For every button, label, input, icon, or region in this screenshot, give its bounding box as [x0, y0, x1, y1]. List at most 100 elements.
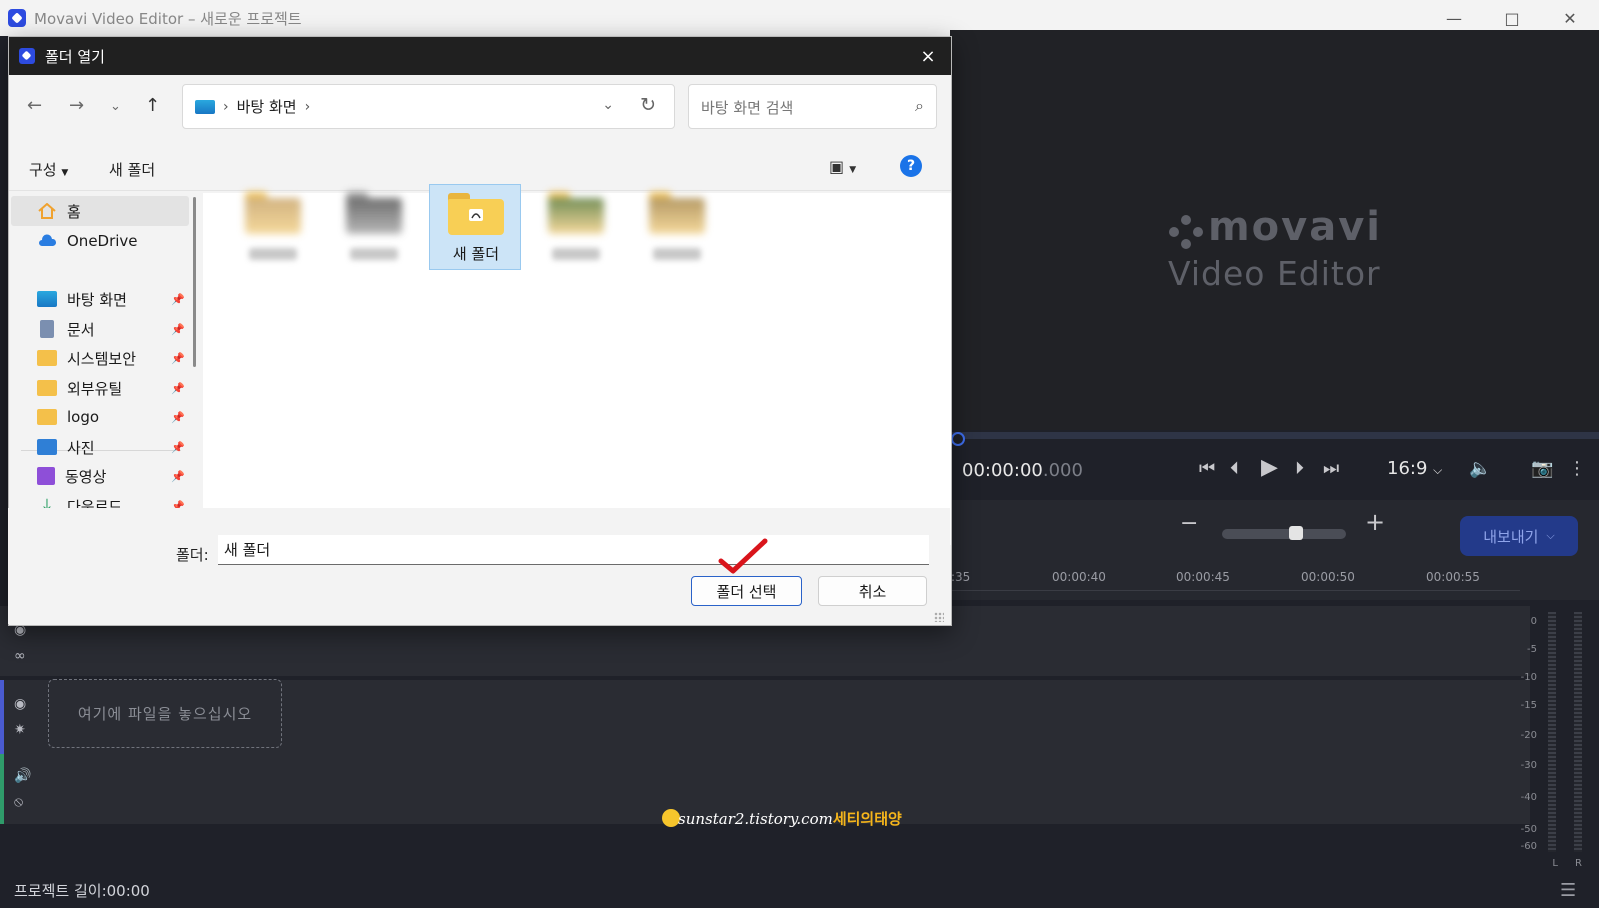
play-icon[interactable]: ▶	[1261, 455, 1278, 480]
new-folder-button[interactable]: 새 폴더	[109, 159, 155, 180]
folder-item-label: 새 폴더	[452, 245, 500, 263]
step-back-icon[interactable]: ⏴	[1230, 458, 1239, 479]
folder-item[interactable]	[530, 184, 622, 270]
folder-item[interactable]	[631, 184, 723, 270]
cloud-icon	[39, 234, 57, 246]
zoom-slider-track[interactable]	[1222, 529, 1346, 539]
meter-label: -20	[1520, 730, 1537, 741]
zoom-in-icon[interactable]: +	[1365, 508, 1385, 536]
view-options-icon[interactable]: ▣ ▼	[829, 157, 856, 176]
sidebar-item-folder-utils[interactable]: 외부유틸 📌	[11, 373, 189, 403]
sidebar-item-folder-security[interactable]: 시스템보안 📌	[11, 343, 189, 373]
skip-end-icon[interactable]: ⏭	[1323, 458, 1339, 479]
ruler-label: 00:00:45	[1176, 570, 1230, 584]
resize-grip[interactable]	[934, 612, 944, 622]
video-track-marker	[0, 680, 4, 754]
breadcrumb-desktop[interactable]: 바탕 화면	[237, 96, 297, 117]
folder-item-selected[interactable]: 새 폴더	[429, 184, 521, 270]
audio-meter-left	[1548, 612, 1556, 852]
sidebar-item-onedrive[interactable]: OneDrive	[11, 226, 189, 256]
snapshot-camera-icon[interactable]: 📷	[1531, 458, 1553, 479]
aspect-ratio-select[interactable]: 16:9 ⌵	[1387, 458, 1442, 479]
sidebar-item-documents[interactable]: 문서 📌	[11, 314, 189, 344]
dialog-footer	[8, 508, 950, 624]
meter-label: -40	[1520, 792, 1537, 803]
folder-icon	[37, 380, 57, 396]
speaker-icon[interactable]: 🔊	[14, 768, 31, 784]
breadcrumb-separator: ›	[223, 98, 229, 115]
picture-icon	[37, 439, 57, 455]
pin-icon[interactable]: 📌	[171, 411, 185, 424]
zoom-out-icon[interactable]: −	[1180, 511, 1198, 536]
folder-name-input[interactable]	[218, 535, 929, 565]
timecode-main: 00:00:00	[962, 460, 1043, 481]
desktop-icon	[195, 99, 215, 114]
search-box[interactable]: 바탕 화면 검색 ⌕	[688, 84, 937, 129]
folder-icon	[37, 350, 57, 366]
timeline-ruler[interactable]	[950, 590, 1520, 591]
folder-overlay-icon	[469, 209, 483, 221]
pin-icon[interactable]: 📌	[171, 323, 185, 336]
help-icon[interactable]: ?	[900, 155, 922, 177]
address-dropdown-chevron-icon[interactable]: ⌄	[602, 97, 614, 113]
sidebar-scrollbar[interactable]	[193, 197, 196, 367]
meter-label: -5	[1527, 644, 1537, 655]
media-dropzone[interactable]: 여기에 파일을 놓으십시오	[48, 679, 282, 748]
chevron-down-icon: ⌵	[1433, 463, 1443, 477]
folder-item[interactable]	[227, 184, 319, 270]
step-forward-icon[interactable]: ⏵	[1295, 458, 1304, 479]
eye-icon[interactable]: ◉	[14, 696, 26, 712]
blurred-folder-label	[653, 248, 701, 260]
sidebar-item-label: 홈	[67, 202, 81, 221]
sidebar-item-home[interactable]: 홈	[11, 196, 189, 226]
up-arrow-icon[interactable]: ↑	[145, 95, 160, 116]
document-icon	[40, 320, 54, 338]
organize-menu-button[interactable]: 구성 ▼	[29, 159, 68, 180]
ruler-label: :35	[951, 570, 971, 584]
sidebar-item-label: OneDrive	[67, 232, 138, 250]
breadcrumb-separator: ›	[304, 98, 311, 115]
skip-start-icon[interactable]: ⏮	[1199, 458, 1215, 479]
volume-icon[interactable]: 🔈	[1469, 458, 1491, 479]
sidebar-item-folder-logo[interactable]: logo 📌	[11, 402, 189, 432]
export-button[interactable]: 내보내기 ⌵	[1460, 516, 1578, 556]
pin-icon[interactable]: 📌	[171, 352, 185, 365]
blurred-folder-label	[249, 248, 297, 260]
blurred-folder-label	[552, 248, 600, 260]
forward-arrow-icon[interactable]: →	[69, 95, 84, 116]
recent-locations-chevron-icon[interactable]: ⌄	[110, 99, 121, 114]
effects-icon[interactable]: ✷	[14, 722, 26, 738]
zoom-slider-handle[interactable]	[1289, 526, 1303, 540]
sidebar-item-videos[interactable]: 동영상 📌	[11, 461, 189, 491]
folder-item[interactable]	[328, 184, 420, 270]
address-bar[interactable]: › 바탕 화면 › ⌄ ↻	[182, 84, 675, 129]
list-view-icon[interactable]: ☰	[1560, 880, 1576, 901]
folder-icon	[448, 193, 504, 235]
sidebar-item-pictures[interactable]: 사진 📌	[11, 432, 189, 462]
timecode-ms: .000	[1042, 460, 1083, 481]
home-icon	[38, 203, 56, 219]
pin-icon[interactable]: 📌	[171, 441, 185, 454]
search-icon[interactable]: ⌕	[915, 96, 924, 116]
dialog-close-button[interactable]: ×	[915, 43, 941, 69]
link-icon[interactable]: ∞	[14, 648, 26, 664]
timecode: 00:00:00.000	[962, 460, 1083, 481]
pin-icon[interactable]: 📌	[171, 382, 185, 395]
back-arrow-icon[interactable]: ←	[27, 95, 42, 116]
pin-icon[interactable]: 📌	[171, 293, 185, 306]
desktop-icon	[37, 291, 57, 307]
select-folder-button[interactable]: 폴더 선택	[691, 576, 802, 606]
meter-label: -15	[1520, 700, 1537, 711]
sidebar-item-desktop[interactable]: 바탕 화면 📌	[11, 284, 189, 314]
watermark-subtitle: Video Editor	[1168, 254, 1381, 293]
sidebar-item-label: 외부유틸	[67, 379, 123, 398]
playback-progress-handle[interactable]	[951, 432, 965, 446]
pin-icon[interactable]: 📌	[171, 470, 185, 483]
unlink-icon[interactable]: ⦸	[14, 794, 23, 810]
cancel-button[interactable]: 취소	[818, 576, 927, 606]
meter-label: -30	[1520, 760, 1537, 771]
refresh-icon[interactable]: ↻	[640, 94, 656, 116]
more-options-icon[interactable]: ⋮	[1568, 458, 1586, 479]
ruler-label: 00:00:40	[1052, 570, 1106, 584]
playback-progress-track[interactable]	[950, 432, 1599, 439]
